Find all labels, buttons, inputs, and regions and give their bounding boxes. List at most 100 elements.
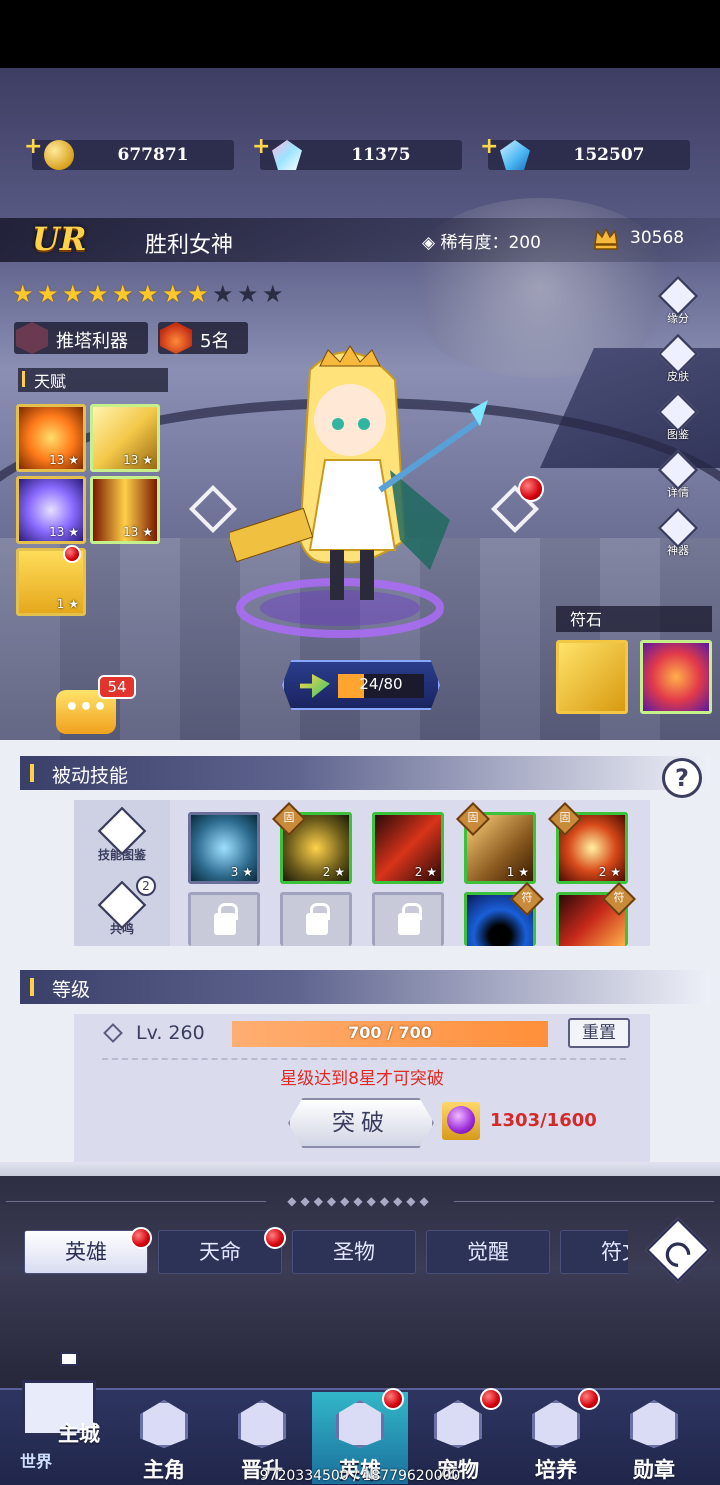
skill-level: 2 ★ [414, 865, 437, 879]
resource-gold[interactable]: + 677871 [24, 134, 234, 170]
talent-level: 1 ★ [56, 597, 79, 611]
skill-level: 1 ★ [506, 865, 529, 879]
skill-level: 2 ★ [322, 865, 345, 879]
subtab-rune-clip: 符文 [560, 1230, 628, 1274]
passive-skill-slot-locked[interactable] [188, 892, 260, 946]
star-empty-icon: ★ [212, 280, 234, 308]
dashed-divider [102, 1058, 626, 1060]
subtab-relic[interactable]: 圣物 [292, 1230, 416, 1274]
nav-hero-dot [382, 1388, 404, 1410]
lock-icon [306, 903, 330, 935]
hero-power: 30568 [630, 228, 685, 248]
skill-codex-button[interactable]: 技能图鉴 [92, 806, 152, 868]
gold-coin-icon [44, 140, 74, 170]
passive-skill-title: 被动技能 [52, 765, 129, 787]
crown-power-icon [594, 227, 618, 250]
fixed-badge-label: 固 [467, 811, 479, 824]
star-filled-icon: ★ [12, 280, 34, 308]
diamond-bullet-icon [103, 1023, 123, 1043]
rarity-text: 稀有度：200 [440, 233, 541, 253]
tower-crossed-swords-icon [16, 322, 48, 354]
chat-unread-badge: 54 [98, 675, 136, 699]
rainbow-gem-amount: 11375 [351, 145, 411, 165]
passive-skill-1[interactable]: 3 ★ [188, 812, 260, 884]
flame-rank-icon [160, 322, 192, 354]
level-up-arrow-icon [300, 674, 330, 698]
star-filled-icon: ★ [37, 280, 59, 308]
talent-level: 13 ★ [123, 453, 153, 467]
passive-skill-4[interactable]: 固 1 ★ [456, 802, 536, 884]
talent-fire-slash[interactable]: 13 ★ [16, 404, 86, 472]
talent-mech-arm[interactable]: 1 ★ [16, 545, 86, 616]
blue-diamond-icon [500, 140, 530, 170]
side-btn-skin[interactable]: 皮肤 [656, 333, 700, 386]
footer-numbers: 9720334500 / 18779620000 [259, 1468, 461, 1484]
rune-badge-label: 符 [613, 891, 625, 904]
passive-skill-rune-2[interactable]: 符 [556, 882, 636, 946]
add-rainbow-gem-icon[interactable]: + [252, 134, 270, 159]
reset-button[interactable]: 重置 [568, 1018, 630, 1048]
star-rating: ★ ★ ★ ★ ★ ★ ★ ★ ★ ★ ★ [12, 282, 286, 306]
star-filled-icon: ★ [112, 280, 134, 308]
medal-icon [630, 1400, 678, 1448]
resource-rainbow-gem[interactable]: + 11375 [252, 134, 462, 170]
promotion-icon [238, 1400, 286, 1448]
rune-slot-rainbow[interactable] [640, 640, 712, 714]
hero-helmet-icon [336, 1400, 384, 1448]
passive-skill-slot-locked[interactable] [280, 892, 352, 946]
subtab-destiny-dot [264, 1227, 286, 1249]
breakthrough-button[interactable]: 突破 [288, 1098, 434, 1148]
talent-golden-wing[interactable]: 13 ★ [90, 404, 160, 472]
hero-character-sprite[interactable] [230, 340, 490, 640]
help-button[interactable]: ? [662, 758, 702, 798]
fixed-badge-label: 固 [559, 811, 571, 824]
rune-slot-gold[interactable] [556, 640, 628, 714]
add-gold-icon[interactable]: + [24, 134, 42, 159]
main-city-label: 主城 [58, 1421, 100, 1446]
cultivate-icon [532, 1400, 580, 1448]
rune-title: 符石 [556, 606, 712, 632]
hero-rarity: ◈ 稀有度：200 [422, 233, 541, 253]
subtab-rune[interactable]: 符文 [560, 1230, 628, 1274]
resource-diamond[interactable]: + 152507 [480, 134, 690, 170]
skill-level: 3 ★ [230, 865, 253, 879]
talent-title: 天赋 [18, 368, 168, 392]
level-value: Lv. 260 [136, 1022, 205, 1044]
star-empty-icon: ★ [262, 280, 284, 308]
top-black-bar [0, 0, 720, 68]
flag-icon [60, 1352, 78, 1366]
level-box: Lv. 260 700 / 700 重置 星级达到8星才可突破 突破 1303/… [74, 1014, 650, 1162]
star-filled-icon: ★ [137, 280, 159, 308]
subtab-awaken[interactable]: 觉醒 [426, 1230, 550, 1274]
level-title: 等级 [52, 979, 91, 1001]
diamond-amount: 152507 [573, 145, 645, 165]
passive-skill-2[interactable]: 固 2 ★ [272, 802, 352, 884]
tag-tower: 推塔利器 [14, 322, 148, 354]
passive-skill-header: 被动技能 [20, 756, 710, 790]
add-diamond-icon[interactable]: + [480, 134, 498, 159]
passive-skill-5[interactable]: 固 2 ★ [548, 802, 628, 884]
side-btn-codex[interactable]: 图鉴 [656, 391, 700, 444]
talent-level: 13 ★ [49, 453, 79, 467]
star-filled-icon: ★ [187, 280, 209, 308]
hero-exp-bar[interactable]: 24/80 [282, 660, 440, 710]
passive-skill-rune-1[interactable]: 符 [464, 882, 544, 946]
talent-lightning-pillar[interactable]: 13 ★ [90, 476, 160, 544]
side-btn-artifact[interactable]: 神器 [656, 507, 700, 560]
rune-badge-label: 符 [521, 891, 533, 904]
resonance-count-badge: 2 [136, 876, 156, 896]
passive-skill-3[interactable]: 2 ★ [372, 812, 444, 884]
passive-skill-slot-locked[interactable] [372, 892, 444, 946]
side-btn-bond[interactable]: 缘分 [656, 275, 700, 328]
talent-purple-swirl[interactable]: 13 ★ [16, 476, 86, 544]
tag-tower-label: 推塔利器 [56, 331, 128, 352]
level-exp-text: 700 / 700 [348, 1023, 432, 1042]
hero-name: 胜利女神 [145, 233, 234, 258]
deco-dots: ◆◆◆◆◆◆◆◆◆◆◆ [287, 1194, 433, 1208]
lock-icon [214, 903, 238, 935]
rainbow-gem-icon [272, 140, 302, 170]
level-header: 等级 [20, 970, 710, 1004]
side-btn-detail[interactable]: 详情 [656, 449, 700, 502]
star-filled-icon: ★ [87, 280, 109, 308]
talent-alert-dot [63, 545, 81, 563]
